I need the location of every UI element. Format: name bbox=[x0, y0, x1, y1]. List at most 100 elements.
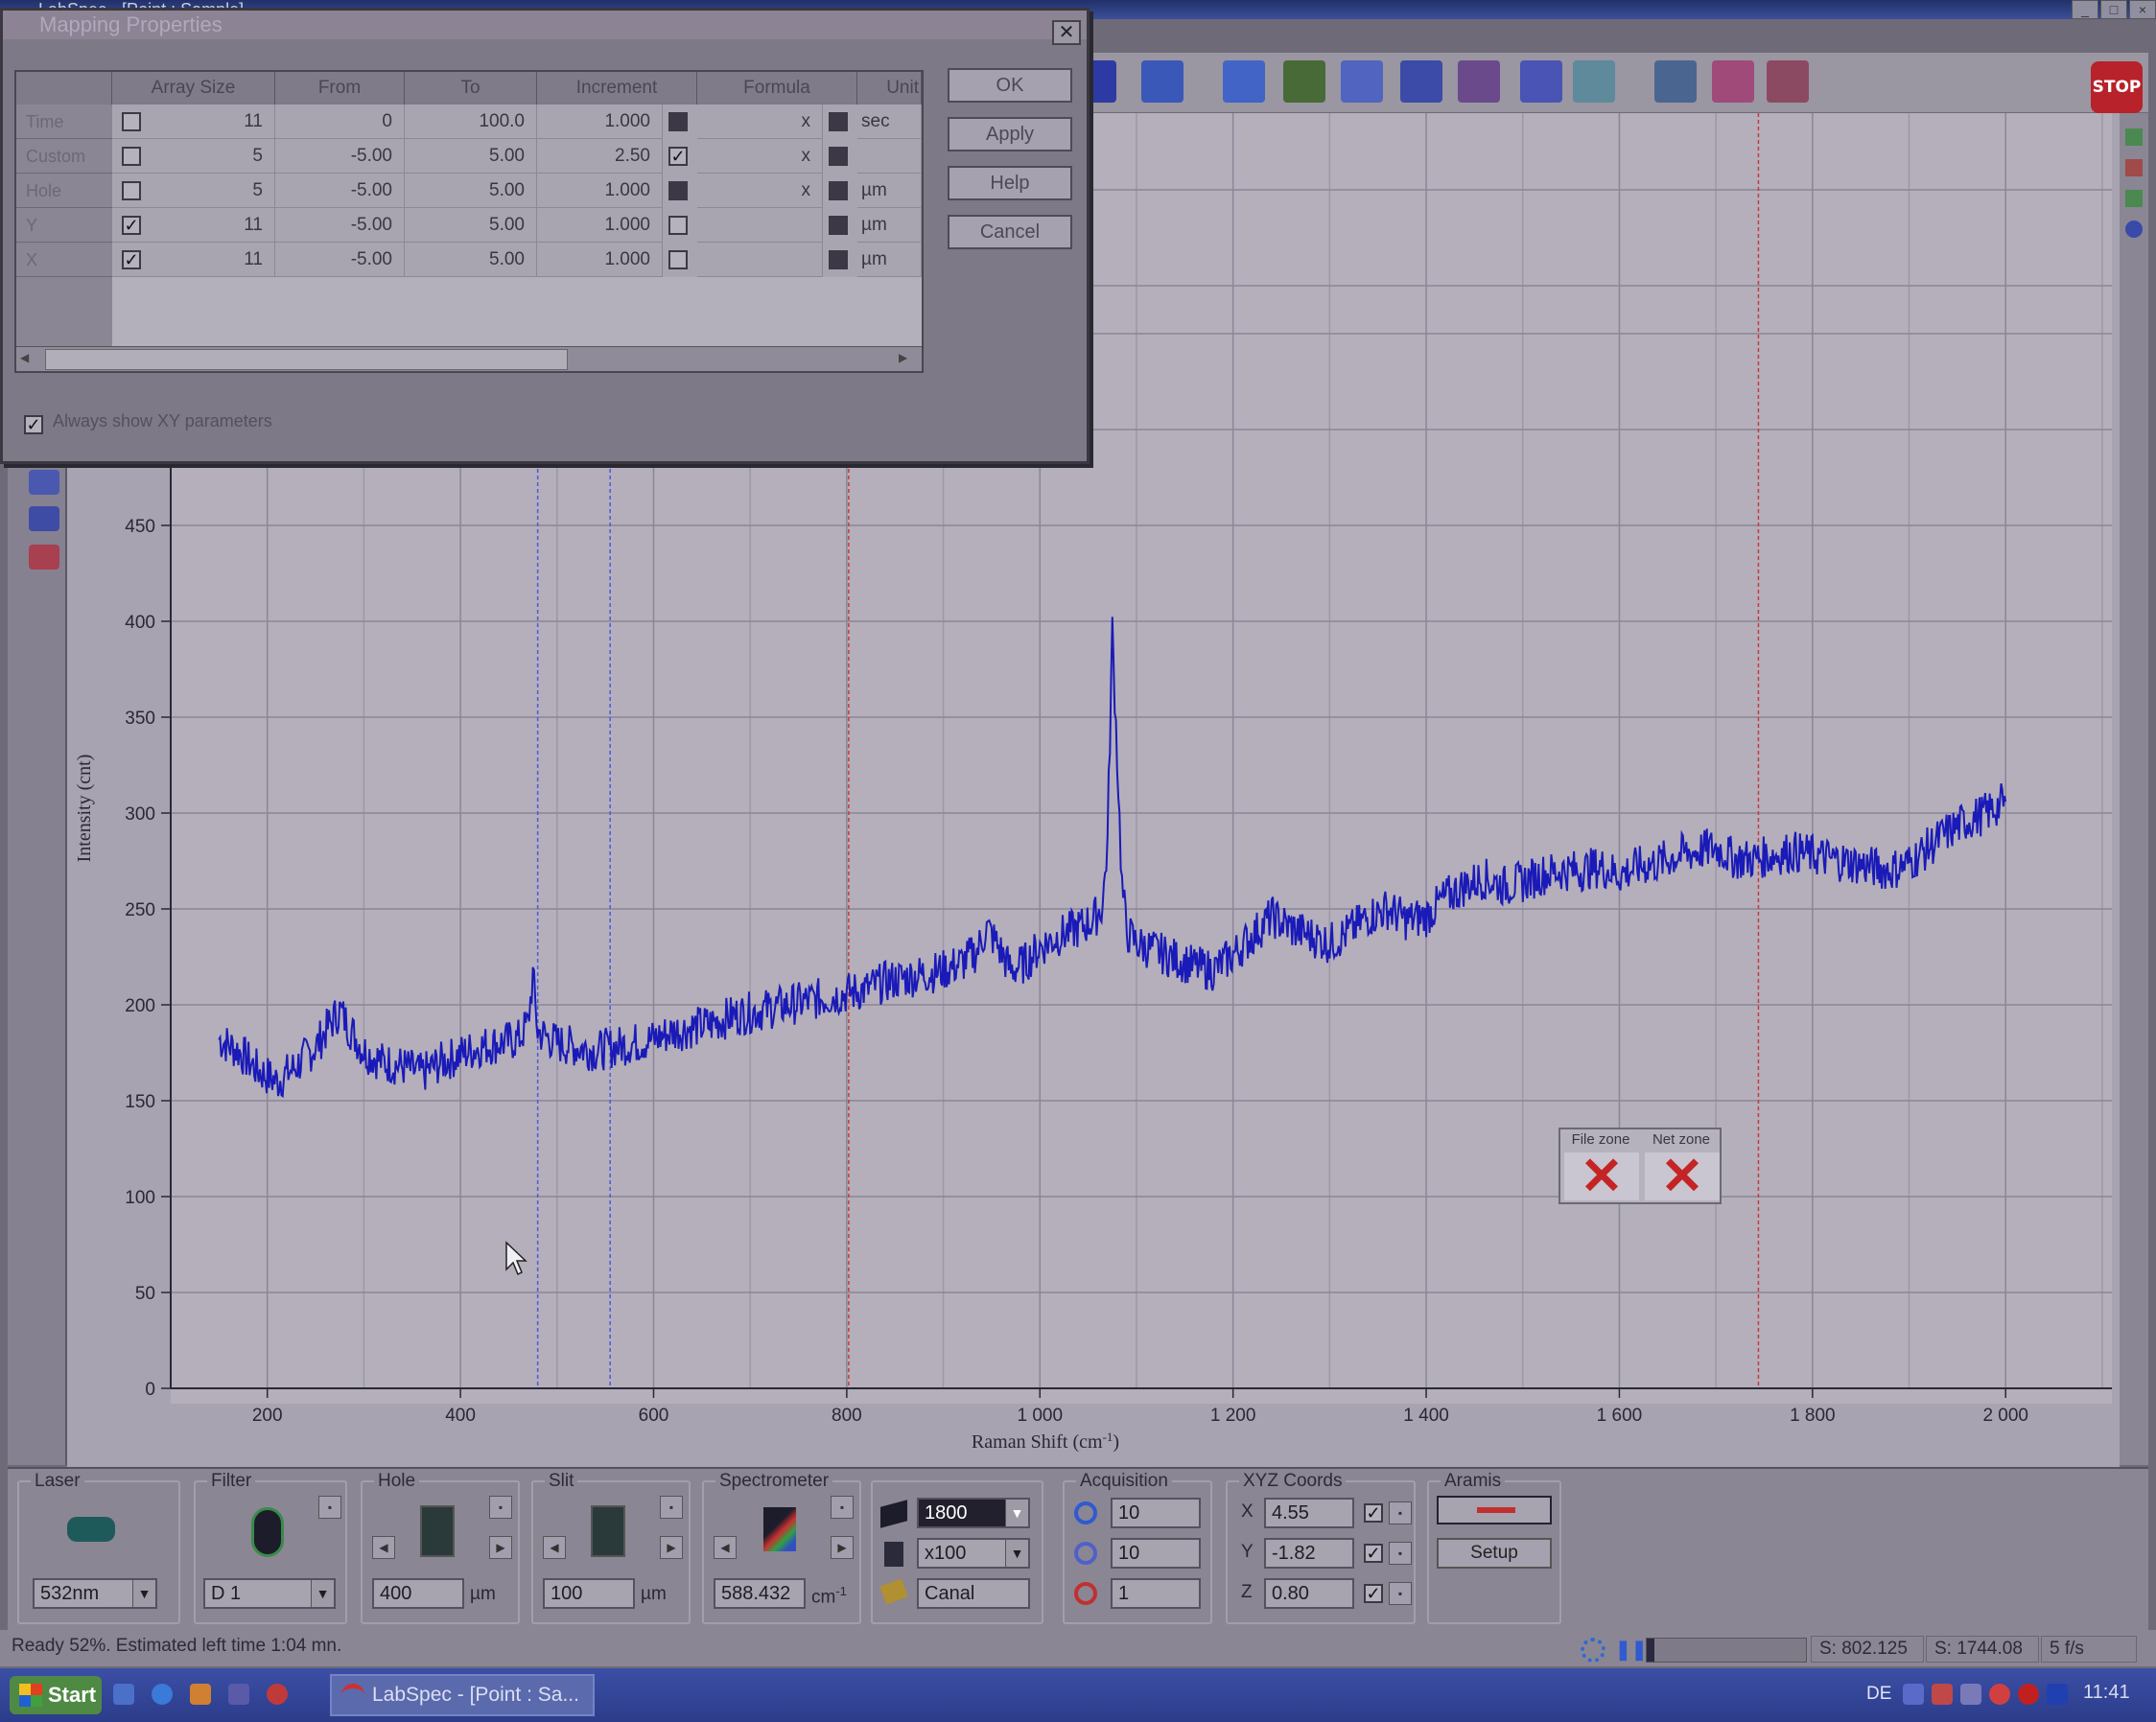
formula-checkbox[interactable] bbox=[829, 112, 848, 131]
ft-icon[interactable] bbox=[1400, 60, 1442, 103]
ok-button[interactable]: OK bbox=[948, 68, 1072, 103]
spectrometer-decrease-icon[interactable]: ◀ bbox=[714, 1536, 737, 1559]
browser-icon[interactable] bbox=[152, 1684, 173, 1705]
green-indicator-icon[interactable] bbox=[2125, 190, 2143, 207]
y-coord-checkbox[interactable] bbox=[1364, 1544, 1383, 1563]
slit-decrease-icon[interactable]: ◀ bbox=[543, 1536, 566, 1559]
increment-checkbox[interactable] bbox=[668, 216, 688, 235]
increment-checkbox[interactable] bbox=[668, 181, 688, 200]
taskbar-labspec-button[interactable]: LabSpec - [Point : Sa... bbox=[330, 1674, 595, 1716]
increment-cell[interactable]: 1.000 bbox=[537, 208, 663, 243]
grating-select[interactable]: 1800 ▼ bbox=[917, 1498, 1030, 1528]
peak-fit-icon[interactable] bbox=[1767, 60, 1809, 103]
dialog-close-button[interactable]: ✕ bbox=[1052, 20, 1081, 45]
shield-icon[interactable] bbox=[1989, 1684, 2010, 1705]
formula-cell[interactable]: x bbox=[697, 139, 823, 174]
from-cell[interactable]: 0 bbox=[275, 105, 405, 139]
fit-window-icon[interactable] bbox=[1141, 60, 1183, 103]
slit-lock-icon[interactable]: ▪ bbox=[660, 1496, 683, 1519]
scroll-left-icon[interactable]: ◀ bbox=[20, 351, 37, 368]
palette-icon[interactable] bbox=[1712, 60, 1754, 103]
minimize-button[interactable]: _ bbox=[2072, 0, 2098, 19]
network-icon[interactable] bbox=[1903, 1684, 1924, 1705]
slit-input[interactable]: 100 bbox=[543, 1578, 635, 1609]
z-coord-input[interactable]: 0.80 bbox=[1264, 1578, 1354, 1609]
formula-checkbox[interactable] bbox=[829, 216, 848, 235]
cursor-tool-icon[interactable] bbox=[29, 470, 59, 495]
z-coord-checkbox[interactable] bbox=[1364, 1584, 1383, 1603]
hole-increase-icon[interactable]: ▶ bbox=[489, 1536, 512, 1559]
formula-cell[interactable]: x bbox=[697, 174, 823, 208]
laser-select[interactable]: 532nm ▼ bbox=[33, 1578, 157, 1609]
to-cell[interactable]: 5.00 bbox=[405, 208, 537, 243]
accumulation-input[interactable]: 10 bbox=[1111, 1538, 1201, 1569]
count-input[interactable]: 1 bbox=[1111, 1578, 1201, 1609]
scatter-icon[interactable] bbox=[1458, 60, 1500, 103]
increment-checkbox[interactable] bbox=[668, 250, 688, 269]
z-coord-lock-icon[interactable]: ▪ bbox=[1389, 1582, 1412, 1605]
file-zone-x-icon[interactable]: ✕ bbox=[1564, 1151, 1639, 1202]
to-cell[interactable]: 5.00 bbox=[405, 243, 537, 277]
from-cell[interactable]: -5.00 bbox=[275, 208, 405, 243]
hole-decrease-icon[interactable]: ◀ bbox=[372, 1536, 395, 1559]
to-cell[interactable]: 100.0 bbox=[405, 105, 537, 139]
cancel-button[interactable]: Cancel bbox=[948, 215, 1072, 249]
always-show-xy-checkbox[interactable] bbox=[24, 415, 43, 434]
slit-increase-icon[interactable]: ▶ bbox=[660, 1536, 683, 1559]
hole-lock-icon[interactable]: ▪ bbox=[489, 1496, 512, 1519]
y-coord-input[interactable]: -1.82 bbox=[1264, 1538, 1354, 1569]
net-zone-x-icon[interactable]: ✕ bbox=[1645, 1151, 1720, 1202]
map-icon[interactable] bbox=[1654, 60, 1697, 103]
alert-icon[interactable] bbox=[2018, 1684, 2039, 1705]
grid-view-icon[interactable] bbox=[1573, 60, 1615, 103]
increment-cell[interactable]: 1.000 bbox=[537, 243, 663, 277]
formula-checkbox[interactable] bbox=[829, 147, 848, 166]
formula-cell[interactable] bbox=[697, 243, 823, 277]
chevron-down-icon[interactable]: ▼ bbox=[132, 1580, 155, 1607]
help-button[interactable]: Help bbox=[948, 166, 1072, 200]
target-icon[interactable] bbox=[2125, 221, 2143, 238]
array-size-cell[interactable]: 11 bbox=[112, 105, 275, 139]
array-size-cell[interactable]: 11 bbox=[112, 243, 275, 277]
green-indicator-icon[interactable] bbox=[2125, 128, 2143, 146]
formula-checkbox[interactable] bbox=[829, 250, 848, 269]
increment-checkbox[interactable] bbox=[668, 147, 688, 166]
x-coord-lock-icon[interactable]: ▪ bbox=[1389, 1501, 1412, 1524]
spectrometer-lock-icon[interactable]: ▪ bbox=[831, 1496, 854, 1519]
chevron-down-icon[interactable]: ▼ bbox=[311, 1580, 334, 1607]
detector-field[interactable]: Canal bbox=[917, 1578, 1030, 1609]
from-cell[interactable]: -5.00 bbox=[275, 174, 405, 208]
formula-cell[interactable] bbox=[697, 208, 823, 243]
array-size-cell[interactable]: 11 bbox=[112, 208, 275, 243]
display-icon[interactable] bbox=[2047, 1684, 2068, 1705]
red-indicator-icon[interactable] bbox=[2125, 159, 2143, 176]
y-coord-lock-icon[interactable]: ▪ bbox=[1389, 1542, 1412, 1565]
pause-icon[interactable]: ❚❚ bbox=[1615, 1638, 1648, 1661]
scroll-thumb[interactable] bbox=[45, 349, 568, 370]
increment-checkbox[interactable] bbox=[668, 112, 688, 131]
acquisition-time-input[interactable]: 10 bbox=[1111, 1498, 1201, 1528]
peak-icon[interactable] bbox=[1283, 60, 1325, 103]
close-app-button[interactable]: × bbox=[2129, 0, 2156, 19]
security-icon[interactable] bbox=[1932, 1684, 1953, 1705]
zoom-tool-icon[interactable] bbox=[29, 506, 59, 531]
from-cell[interactable]: -5.00 bbox=[275, 243, 405, 277]
increment-cell[interactable]: 1.000 bbox=[537, 174, 663, 208]
to-cell[interactable]: 5.00 bbox=[405, 174, 537, 208]
from-cell[interactable]: -5.00 bbox=[275, 139, 405, 174]
printer-icon[interactable] bbox=[1960, 1684, 1981, 1705]
aramis-toggle[interactable] bbox=[1437, 1496, 1552, 1524]
media-player-icon[interactable] bbox=[267, 1684, 288, 1705]
increment-cell[interactable]: 2.50 bbox=[537, 139, 663, 174]
marker-tool-icon[interactable] bbox=[29, 545, 59, 570]
filter-select[interactable]: D 1 ▼ bbox=[203, 1578, 336, 1609]
scroll-right-icon[interactable]: ▶ bbox=[899, 351, 916, 368]
aramis-setup-button[interactable]: Setup bbox=[1437, 1538, 1552, 1569]
maximize-button[interactable]: □ bbox=[2100, 0, 2127, 19]
chevron-down-icon[interactable]: ▼ bbox=[1005, 1540, 1028, 1567]
baseline-icon[interactable] bbox=[1341, 60, 1383, 103]
spectrometer-increase-icon[interactable]: ▶ bbox=[831, 1536, 854, 1559]
array-size-cell[interactable]: 5 bbox=[112, 174, 275, 208]
hole-input[interactable]: 400 bbox=[372, 1578, 464, 1609]
formula-checkbox[interactable] bbox=[829, 181, 848, 200]
